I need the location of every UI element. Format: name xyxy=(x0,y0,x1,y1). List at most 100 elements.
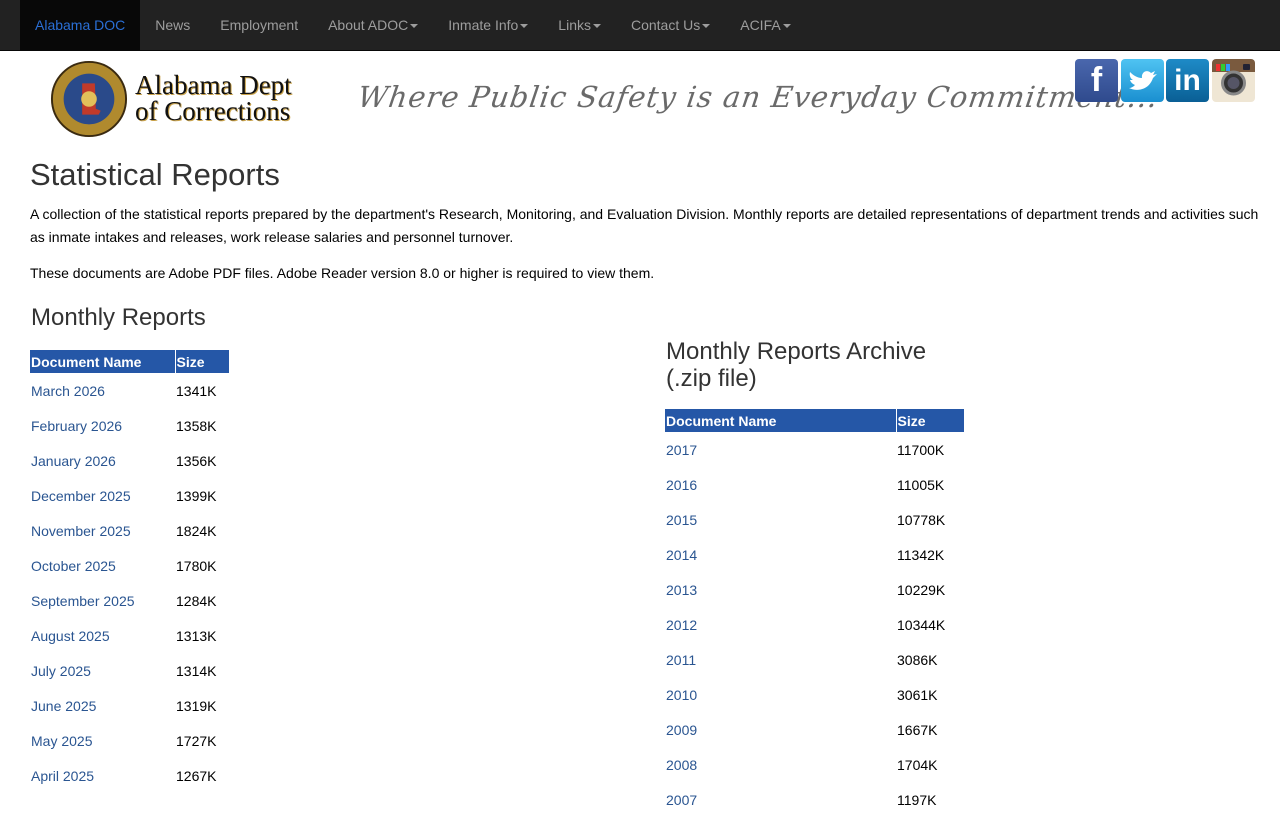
document-name-cell: March 2026 xyxy=(30,373,175,408)
document-size-cell: 1399K xyxy=(176,487,217,504)
twitter-icon[interactable] xyxy=(1121,59,1164,102)
adoc-seal-logo xyxy=(50,60,128,138)
document-size-cell: 1267K xyxy=(176,767,217,784)
document-link[interactable]: March 2026 xyxy=(31,383,105,399)
nav-item-about-adoc[interactable]: About ADOC xyxy=(313,0,433,50)
column-header-document-name: Document Name xyxy=(665,409,897,432)
column-header-document-name: Document Name xyxy=(30,350,176,373)
document-size-cell: 1358K xyxy=(176,417,217,434)
archive-reports-table: Document Name Size 2017 11700K 2016 11005K 2… xyxy=(665,409,964,817)
nav-item-inmate-info[interactable]: Inmate Info xyxy=(433,0,543,50)
nav-item-label: Employment xyxy=(220,17,299,33)
caret-down-icon xyxy=(520,24,529,29)
table-row: December 2025 1399K xyxy=(30,478,229,513)
document-link[interactable]: December 2025 xyxy=(31,488,131,504)
column-header-size: Size xyxy=(896,409,964,432)
document-link[interactable]: 2008 xyxy=(666,757,697,773)
document-name-cell: November 2025 xyxy=(30,513,175,548)
document-link[interactable]: September 2025 xyxy=(31,593,135,609)
document-name-cell: September 2025 xyxy=(30,583,175,618)
document-size-cell: 1314K xyxy=(176,662,217,679)
instagram-camera-icon xyxy=(1216,64,1250,96)
document-name-cell: January 2026 xyxy=(30,443,175,478)
document-link[interactable]: July 2025 xyxy=(31,663,91,679)
document-link[interactable]: 2014 xyxy=(666,547,697,563)
document-name-cell: 2016 xyxy=(665,467,896,502)
document-link[interactable]: October 2025 xyxy=(31,558,116,574)
document-name-cell: August 2025 xyxy=(30,618,175,653)
nav-item-links[interactable]: Links xyxy=(543,0,616,50)
nav-item-employment[interactable]: Employment xyxy=(205,0,313,50)
document-link[interactable]: 2016 xyxy=(666,477,697,493)
nav-item-acifa[interactable]: ACIFA xyxy=(725,0,805,50)
top-navbar: Alabama DOC News Employment About ADOC Inma… xyxy=(0,0,1280,51)
logo-line-2: of Corrections xyxy=(135,96,291,126)
nav-item-label: Contact Us xyxy=(630,17,701,33)
pdf-note: These documents are Adobe PDF files. Ado… xyxy=(30,265,655,281)
table-header-row: Document Name Size xyxy=(665,409,964,432)
document-link[interactable]: 2009 xyxy=(666,722,697,738)
table-row: 2015 10778K xyxy=(665,502,964,537)
document-size-cell: 1780K xyxy=(176,557,217,574)
logo-wordmark[interactable]: Alabama Dept of Corrections xyxy=(135,70,292,126)
document-link[interactable]: 2012 xyxy=(666,617,697,633)
page-title: Statistical Reports xyxy=(30,157,280,192)
document-link[interactable]: 2011 xyxy=(666,652,696,668)
document-link[interactable]: 2010 xyxy=(666,687,697,703)
table-row: April 2025 1267K xyxy=(30,758,229,793)
monthly-reports-heading: Monthly Reports xyxy=(31,304,206,331)
monthly-reports-table: Document Name Size March 2026 1341K Februa… xyxy=(30,350,229,793)
document-link[interactable]: February 2026 xyxy=(31,418,122,434)
document-link[interactable]: 2013 xyxy=(666,582,697,598)
document-link[interactable]: 2017 xyxy=(666,442,697,458)
instagram-icon[interactable] xyxy=(1212,59,1255,102)
table-row: February 2026 1358K xyxy=(30,408,229,443)
table-row: 2009 1667K xyxy=(665,712,964,747)
document-name-cell: 2010 xyxy=(665,677,896,712)
table-row: 2012 10344K xyxy=(665,607,964,642)
document-name-cell: October 2025 xyxy=(30,548,175,583)
intro-paragraph: A collection of the statistical reports … xyxy=(30,206,1259,245)
table-header-row: Document Name Size xyxy=(30,350,229,373)
nav-item-contact-us[interactable]: Contact Us xyxy=(616,0,725,50)
document-name-cell: 2012 xyxy=(665,607,896,642)
document-link[interactable]: August 2025 xyxy=(31,628,110,644)
nav-menu: Alabama DOC News Employment About ADOC Inma… xyxy=(20,0,806,50)
facebook-icon[interactable]: f xyxy=(1075,59,1118,102)
nav-item-label: Inmate Info xyxy=(448,17,519,33)
table-row: September 2025 1284K xyxy=(30,583,229,618)
document-size-cell: 11005K xyxy=(897,476,945,493)
table-row: 2017 11700K xyxy=(665,432,964,467)
nav-item-label: News xyxy=(155,17,191,33)
archive-reports-heading: Monthly Reports Archive (.zip file) xyxy=(666,338,927,392)
table-row: June 2025 1319K xyxy=(30,688,229,723)
caret-down-icon xyxy=(592,24,601,29)
table-row: November 2025 1824K xyxy=(30,513,229,548)
document-link[interactable]: November 2025 xyxy=(31,523,131,539)
document-link[interactable]: June 2025 xyxy=(31,698,96,714)
table-row: March 2026 1341K xyxy=(30,373,229,408)
table-row: 2011 3086K xyxy=(665,642,964,677)
nav-item-news[interactable]: News xyxy=(140,0,205,50)
document-link[interactable]: 2015 xyxy=(666,512,697,528)
table-row: October 2025 1780K xyxy=(30,548,229,583)
document-name-cell: May 2025 xyxy=(30,723,175,758)
document-link[interactable]: May 2025 xyxy=(31,733,92,749)
caret-down-icon xyxy=(702,24,711,29)
nav-item-label: Links xyxy=(558,17,591,33)
document-link[interactable]: April 2025 xyxy=(31,768,94,784)
table-row: May 2025 1727K xyxy=(30,723,229,758)
document-link[interactable]: January 2026 xyxy=(31,453,116,469)
table-row: 2016 11005K xyxy=(665,467,964,502)
document-name-cell: April 2025 xyxy=(30,758,175,793)
document-name-cell: 2011 xyxy=(665,642,896,677)
document-name-cell: 2015 xyxy=(665,502,896,537)
document-size-cell: 1356K xyxy=(176,452,217,469)
twitter-bird-icon xyxy=(1128,70,1157,90)
logo-line-1: Alabama Dept xyxy=(135,70,292,100)
nav-brand-link[interactable]: Alabama DOC xyxy=(20,0,141,50)
document-name-cell: December 2025 xyxy=(30,478,175,513)
linkedin-icon[interactable]: in xyxy=(1166,59,1209,102)
table-row: 2014 11342K xyxy=(665,537,964,572)
document-size-cell: 1284K xyxy=(176,592,217,609)
